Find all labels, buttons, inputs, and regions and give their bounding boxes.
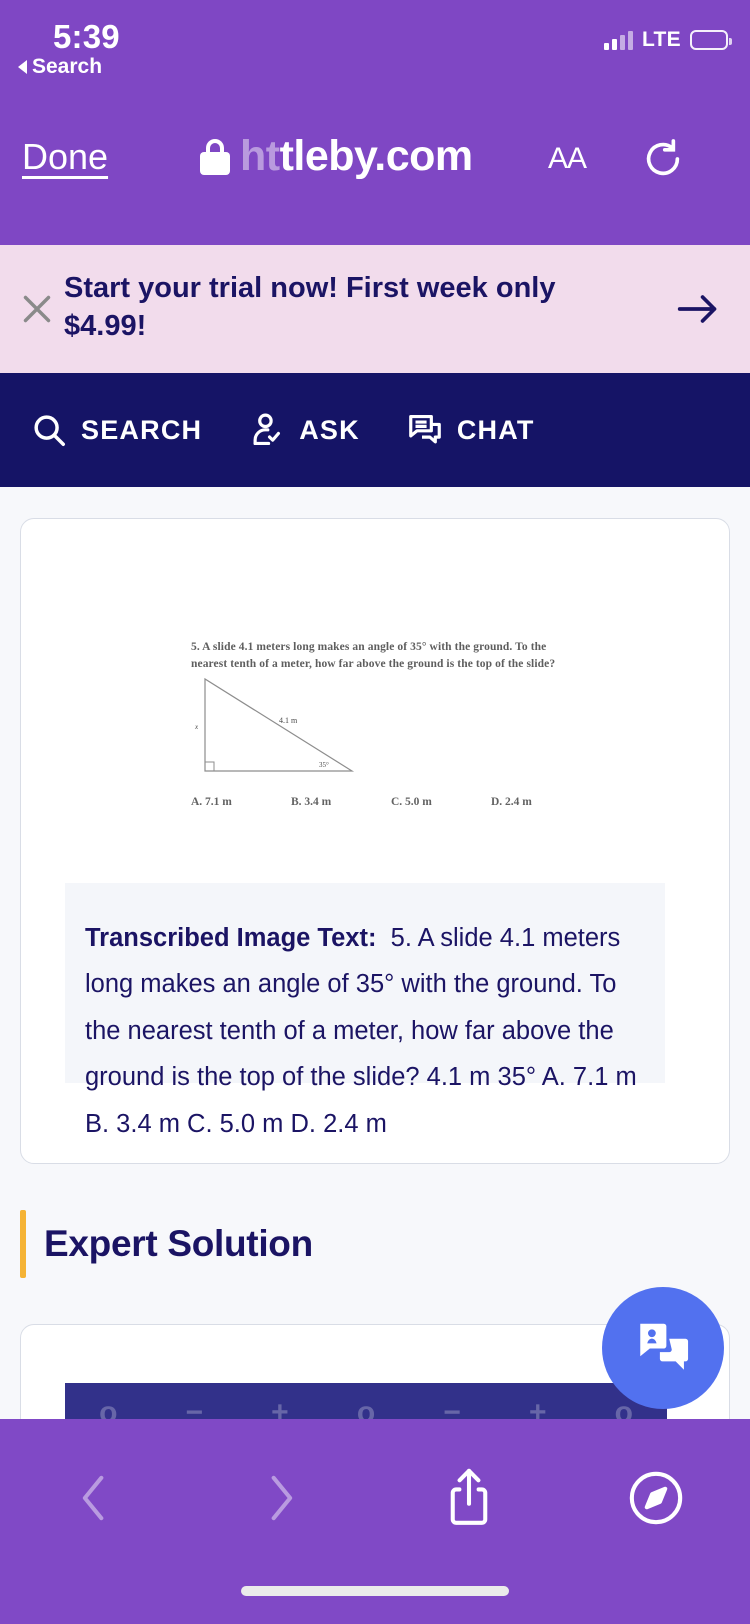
forward-button[interactable] <box>188 1468 376 1528</box>
problem-image: 5. A slide 4.1 meters long makes an angl… <box>169 639 589 814</box>
expert-solution-heading: Expert Solution <box>20 1210 313 1278</box>
back-triangle-icon <box>18 60 27 74</box>
promo-text: Start your trial now! First week only $4… <box>64 269 624 346</box>
search-icon <box>34 415 65 446</box>
url-display[interactable]: httleby.com <box>200 132 473 181</box>
svg-text:4.1 m: 4.1 m <box>279 716 298 725</box>
share-button[interactable] <box>375 1467 563 1529</box>
compass-button[interactable] <box>563 1469 750 1527</box>
nav-item-ask[interactable]: ASK <box>248 411 360 449</box>
transcribed-heading: Transcribed Image Text: <box>85 924 377 952</box>
home-indicator <box>241 1586 509 1596</box>
site-nav-bar: SEARCH ASK CHAT <box>0 373 750 487</box>
share-icon <box>450 1468 488 1525</box>
back-button[interactable] <box>0 1468 188 1528</box>
back-to-app-link[interactable]: Search <box>18 55 102 79</box>
status-bar-time: 5:39 <box>53 18 120 55</box>
url-bar: Done httleby.com AA <box>0 110 750 210</box>
url-host: tleby.com <box>279 132 474 180</box>
text-size-button[interactable]: AA <box>548 142 587 176</box>
nav-label-ask: ASK <box>299 414 360 445</box>
triangle-diagram: x 4.1 m 35° <box>194 677 355 772</box>
back-app-label: Search <box>32 55 103 78</box>
browser-bottom-toolbar <box>0 1419 750 1624</box>
reload-icon <box>646 139 680 176</box>
nav-item-chat[interactable]: CHAT <box>406 411 535 449</box>
expert-solution-title: Expert Solution <box>44 1223 313 1264</box>
chat-fab-button[interactable] <box>602 1287 724 1409</box>
network-type-label: LTE <box>641 28 681 51</box>
nav-label-chat: CHAT <box>456 414 535 445</box>
promo-banner[interactable]: Start your trial now! First week only $4… <box>0 245 750 373</box>
promo-line-1: Start your trial now! First week only <box>64 272 556 304</box>
arrow-right-icon <box>677 295 717 323</box>
question-card: 5. A slide 4.1 meters long makes an angl… <box>20 518 730 1164</box>
promo-arrow-button[interactable] <box>676 289 720 329</box>
promo-line-2: $4.99! <box>64 310 147 343</box>
problem-answer-choices: A. 7.1 m B. 3.4 m C. 5.0 m D. 2.4 m <box>191 796 591 808</box>
status-bar: 5:39 Search LTE <box>0 0 750 95</box>
problem-question-text: 5. A slide 4.1 meters long makes an angl… <box>191 641 556 670</box>
choice-d: D. 2.4 m <box>491 796 532 808</box>
person-check-icon <box>253 413 281 446</box>
chevron-right-icon <box>271 1475 293 1520</box>
mobile-browser-screen: 5:39 Search LTE Done httleby.com AA Star… <box>0 0 750 1624</box>
done-button[interactable]: Done <box>22 136 108 178</box>
close-icon <box>23 295 51 323</box>
chevron-left-icon <box>82 1475 104 1520</box>
transcribed-text-block: Transcribed Image Text: 5. A slide 4.1 m… <box>65 883 665 1138</box>
toolbar-buttons <box>0 1445 750 1550</box>
promo-close-button[interactable] <box>14 286 60 332</box>
svg-text:35°: 35° <box>319 761 329 769</box>
url-label: httleby.com <box>240 132 473 181</box>
chat-bubbles-icon <box>408 414 441 444</box>
choice-b: B. 3.4 m <box>291 796 332 808</box>
choice-c: C. 5.0 m <box>391 796 432 808</box>
battery-icon <box>690 30 732 50</box>
reload-button[interactable] <box>640 136 686 182</box>
svg-text:x: x <box>194 723 199 731</box>
transcribed-body: 5. A slide 4.1 meters long makes an angl… <box>85 924 637 1138</box>
url-prefix-faded: ht <box>240 132 280 180</box>
chat-person-icon <box>640 1323 689 1370</box>
lock-icon <box>200 138 230 175</box>
signal-bars-icon <box>603 30 633 50</box>
text-size-label: AA <box>548 142 587 175</box>
choice-a: A. 7.1 m <box>191 796 232 808</box>
compass-icon <box>630 1471 683 1524</box>
nav-label-search: SEARCH <box>81 414 203 445</box>
browser-chrome: 5:39 Search LTE Done httleby.com AA <box>0 0 750 245</box>
status-bar-right: LTE <box>603 28 732 52</box>
accent-bar <box>20 1210 26 1278</box>
nav-item-search[interactable]: SEARCH <box>30 411 202 449</box>
